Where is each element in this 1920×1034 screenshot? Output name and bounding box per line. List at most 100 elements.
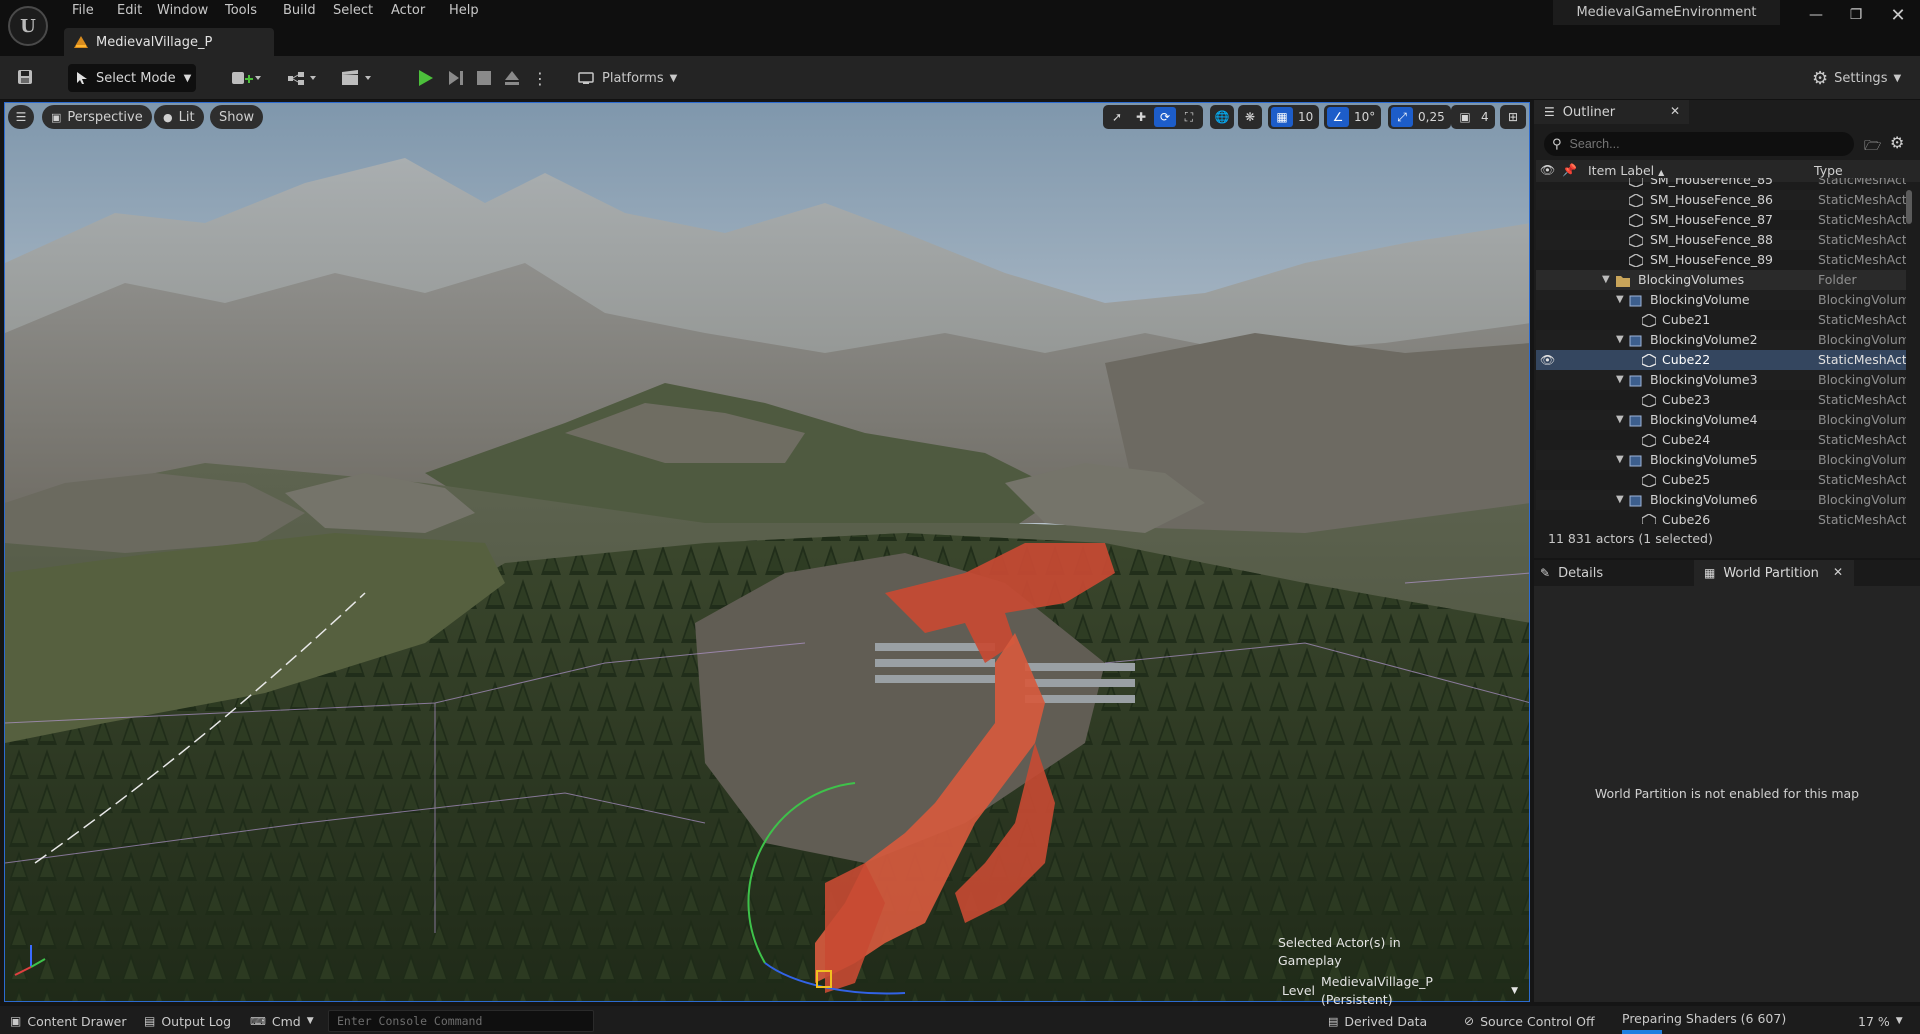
level-viewport[interactable] xyxy=(4,102,1530,1002)
viewport-menu-button[interactable]: ☰ xyxy=(8,105,34,129)
source-control-button[interactable]: ⊘ Source Control Off xyxy=(1464,1010,1595,1032)
add-folder-icon[interactable]: 🗁 xyxy=(1864,135,1881,159)
tree-row[interactable]: Cube25 StaticMeshActor xyxy=(1536,470,1906,490)
tree-row[interactable]: ▼ BlockingVolume BlockingVolume xyxy=(1536,290,1906,310)
tree-row[interactable]: ▼ BlockingVolume2 BlockingVolume xyxy=(1536,330,1906,350)
more-options-icon[interactable]: ⋮ xyxy=(530,64,550,92)
tab-details[interactable]: ✎ Details xyxy=(1540,563,1603,583)
grid-snap-value[interactable]: 10 xyxy=(1295,110,1316,124)
layout-grid-icon[interactable]: ⊞ xyxy=(1503,107,1523,127)
expand-triangle-icon[interactable]: ▼ xyxy=(1616,414,1624,425)
level-tab[interactable]: MedievalVillage_P xyxy=(64,28,274,56)
tree-row[interactable]: ▼ BlockingVolume5 BlockingVolume xyxy=(1536,450,1906,470)
tree-row-selected[interactable]: 👁 Cube22 StaticMeshActor xyxy=(1536,350,1906,370)
camera-icon[interactable]: ▣ xyxy=(1454,107,1476,127)
close-outliner-icon[interactable]: ✕ xyxy=(1670,104,1680,118)
tree-row[interactable]: SM_HouseFence_87 StaticMeshActor xyxy=(1536,210,1906,230)
unreal-logo-icon[interactable]: U xyxy=(8,6,48,46)
menu-window[interactable]: Window xyxy=(151,0,214,22)
menu-tools[interactable]: Tools xyxy=(219,0,263,22)
tree-row-label: BlockingVolume2 xyxy=(1650,332,1758,347)
rotate-icon[interactable]: ⟳ xyxy=(1154,107,1176,127)
restore-icon[interactable]: ❐ xyxy=(1836,0,1876,30)
outliner-search[interactable]: ⚲ xyxy=(1544,132,1854,156)
scale-snap-value[interactable]: 0,25 xyxy=(1415,110,1448,124)
scale-snap-icon[interactable]: ⤢ xyxy=(1391,107,1413,127)
rotation-snap-group: ∠ 10° xyxy=(1324,105,1382,129)
platforms-dropdown[interactable]: Platforms ▼ xyxy=(578,64,677,92)
perspective-button[interactable]: ▣ Perspective xyxy=(42,105,152,129)
expand-triangle-icon[interactable]: ▼ xyxy=(1616,494,1624,505)
tree-row[interactable]: SM_HouseFence_85 StaticMeshActor xyxy=(1536,178,1906,190)
tree-row[interactable]: ▼ BlockingVolume6 BlockingVolume xyxy=(1536,490,1906,510)
derived-data-button[interactable]: ▤ Derived Data xyxy=(1328,1010,1427,1032)
type-column[interactable]: Type xyxy=(1814,163,1843,178)
outliner-tab[interactable]: ☰ Outliner xyxy=(1534,100,1689,124)
tree-row-folder[interactable]: ▼ BlockingVolumes Folder xyxy=(1536,270,1906,290)
tree-row[interactable]: SM_HouseFence_86 StaticMeshActor xyxy=(1536,190,1906,210)
camera-speed-value[interactable]: 4 xyxy=(1478,110,1492,124)
close-world-partition-icon[interactable]: ✕ xyxy=(1833,565,1843,579)
gear-icon[interactable]: ⚙ xyxy=(1890,133,1904,152)
cinematics-icon[interactable] xyxy=(336,64,376,92)
close-icon[interactable]: ✕ xyxy=(1878,0,1918,30)
console-command-field[interactable] xyxy=(328,1010,594,1032)
menu-actor[interactable]: Actor xyxy=(385,0,431,22)
menu-select[interactable]: Select xyxy=(327,0,379,22)
tree-row[interactable]: Cube24 StaticMeshActor xyxy=(1536,430,1906,450)
rotation-snap-value[interactable]: 10° xyxy=(1351,110,1378,124)
globe-icon[interactable]: 🌐 xyxy=(1213,107,1231,127)
expand-triangle-icon[interactable]: ▼ xyxy=(1616,334,1624,345)
add-actor-icon[interactable] xyxy=(226,64,266,92)
scale-icon[interactable]: ⛶ xyxy=(1178,107,1200,127)
pin-column-icon[interactable]: 📌 xyxy=(1562,163,1577,177)
scale-snap-group: ⤢ 0,25 xyxy=(1388,105,1451,129)
shader-progress-dropdown[interactable]: 17 % ▼ xyxy=(1858,1010,1903,1032)
save-icon[interactable] xyxy=(12,64,38,90)
advance-frame-button[interactable] xyxy=(444,64,468,92)
output-log-button[interactable]: ▤ Output Log xyxy=(144,1010,231,1032)
current-level-selector[interactable]: Level MedievalVillage_P (Persistent) ▼ xyxy=(1278,973,1518,1009)
select-mode-dropdown[interactable]: Select Mode ▼ xyxy=(68,64,196,92)
blocking-volume-icon xyxy=(1629,375,1642,387)
tree-row[interactable]: SM_HouseFence_89 StaticMeshActor xyxy=(1536,250,1906,270)
blueprint-icon[interactable] xyxy=(282,64,322,92)
menu-file[interactable]: File xyxy=(66,0,100,22)
tree-row[interactable]: Cube21 StaticMeshActor xyxy=(1536,310,1906,330)
angle-snap-icon[interactable]: ∠ xyxy=(1327,107,1349,127)
settings-dropdown[interactable]: ⚙ Settings ▼ xyxy=(1812,64,1901,92)
grid-snap-icon[interactable]: ▦ xyxy=(1271,107,1293,127)
outliner-scrollbar[interactable] xyxy=(1906,190,1912,224)
content-drawer-button[interactable]: ▣ Content Drawer xyxy=(10,1010,127,1032)
search-input[interactable] xyxy=(1569,137,1830,151)
console-input[interactable] xyxy=(329,1011,593,1031)
sort-up-icon: ▲ xyxy=(1658,168,1665,177)
tree-row[interactable]: ▼ BlockingVolume4 BlockingVolume xyxy=(1536,410,1906,430)
menu-help[interactable]: Help xyxy=(443,0,485,22)
tree-row[interactable]: ▼ BlockingVolume3 BlockingVolume xyxy=(1536,370,1906,390)
stop-button[interactable] xyxy=(472,64,496,92)
expand-triangle-icon[interactable]: ▼ xyxy=(1616,374,1624,385)
visibility-eye-icon[interactable]: 👁 xyxy=(1540,353,1555,367)
play-button[interactable] xyxy=(414,64,438,92)
tree-row[interactable]: Cube23 StaticMeshActor xyxy=(1536,390,1906,410)
static-mesh-icon xyxy=(1629,254,1643,267)
tree-row[interactable]: Cube26 StaticMeshActor xyxy=(1536,510,1906,524)
translate-icon[interactable]: ✚ xyxy=(1130,107,1152,127)
select-cursor-icon[interactable]: ➚ xyxy=(1106,107,1128,127)
expand-triangle-icon[interactable]: ▼ xyxy=(1602,274,1610,285)
show-button[interactable]: Show xyxy=(210,105,264,129)
tree-row[interactable]: SM_HouseFence_88 StaticMeshActor xyxy=(1536,230,1906,250)
expand-triangle-icon[interactable]: ▼ xyxy=(1616,454,1624,465)
cmd-dropdown[interactable]: ⌨ Cmd ▼ xyxy=(250,1010,314,1032)
expand-triangle-icon[interactable]: ▼ xyxy=(1616,294,1624,305)
minimize-icon[interactable]: — xyxy=(1796,0,1836,30)
tab-world-partition[interactable]: ▦ World Partition xyxy=(1694,560,1854,586)
surface-snap-icon[interactable]: ❋ xyxy=(1241,107,1259,127)
menu-edit[interactable]: Edit xyxy=(111,0,148,22)
visibility-column-icon[interactable]: 👁 xyxy=(1540,163,1555,177)
eject-button[interactable] xyxy=(500,64,524,92)
menu-build[interactable]: Build xyxy=(277,0,322,22)
item-label-column[interactable]: Item Label ▲ xyxy=(1588,163,1664,178)
view-mode-button[interactable]: ● Lit xyxy=(154,105,204,129)
